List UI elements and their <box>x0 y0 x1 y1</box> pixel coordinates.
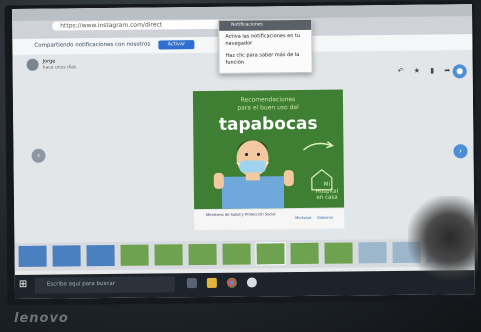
task-view-icon[interactable] <box>186 278 197 289</box>
popup-text-2: navegador <box>225 40 253 47</box>
thumbnail-item[interactable] <box>86 244 115 267</box>
doctor-coat <box>221 176 285 209</box>
poster-footer-text: Ministerio de Salud y Protección Social <box>206 212 276 217</box>
thumbnail-item[interactable] <box>290 242 319 265</box>
thumbnail-item[interactable] <box>120 244 149 266</box>
thumbnail-item[interactable] <box>358 242 387 264</box>
settings-icon[interactable] <box>246 277 257 288</box>
thumbnail-item[interactable] <box>154 244 183 266</box>
doctor-hand-right <box>283 170 294 187</box>
thumbnail-item[interactable] <box>324 242 353 264</box>
thumbnail-item[interactable] <box>255 242 286 266</box>
notification-popup: Notificaciones Activa las notificaciones… <box>218 18 313 74</box>
popup-header: Notificaciones <box>219 19 312 31</box>
photo-background: https://www.instagram.com/direct Compart… <box>0 0 481 332</box>
account-icon[interactable]: ● <box>452 64 467 79</box>
infobar-message: Compartiendo notificaciones con nosotros <box>34 41 151 49</box>
minsalud-logo: MinSalud <box>295 215 312 221</box>
thumbnail-item[interactable] <box>52 245 81 267</box>
windows-start-icon[interactable]: ⊞ <box>19 279 31 291</box>
popup-text-4[interactable]: función <box>226 59 308 67</box>
infobar-activate-button[interactable]: Activar <box>158 40 195 50</box>
doctor-hand-left <box>213 172 224 189</box>
thumbnail-item[interactable] <box>18 245 47 267</box>
chrome-icon[interactable] <box>226 277 237 288</box>
sender-subtitle: hace unos días <box>42 65 77 71</box>
poster-brand: Mi Hospital en casa <box>315 181 339 201</box>
gobierno-logo: Gobierno <box>317 215 334 220</box>
address-bar-url[interactable]: https://www.instagram.com/direct <box>60 21 162 29</box>
thumbnail-item[interactable] <box>222 243 251 265</box>
face-mask <box>239 160 266 173</box>
avatar[interactable] <box>26 58 39 71</box>
poster-image: Recomendaciones para el buen uso del tap… <box>192 89 345 210</box>
webcam-person-reflection <box>408 196 478 280</box>
laptop-screen: https://www.instagram.com/direct Compart… <box>12 4 476 299</box>
laptop-brand-logo: lenovo <box>14 311 69 326</box>
sender-name: Jorge <box>42 58 56 65</box>
taskbar-search-placeholder[interactable]: Escribe aquí para buscar <box>47 281 115 288</box>
chevron-left-icon[interactable]: ‹ <box>31 148 46 163</box>
chevron-right-icon[interactable]: › <box>453 144 468 159</box>
file-explorer-icon[interactable] <box>206 277 217 288</box>
thumbnail-item[interactable] <box>188 243 217 266</box>
